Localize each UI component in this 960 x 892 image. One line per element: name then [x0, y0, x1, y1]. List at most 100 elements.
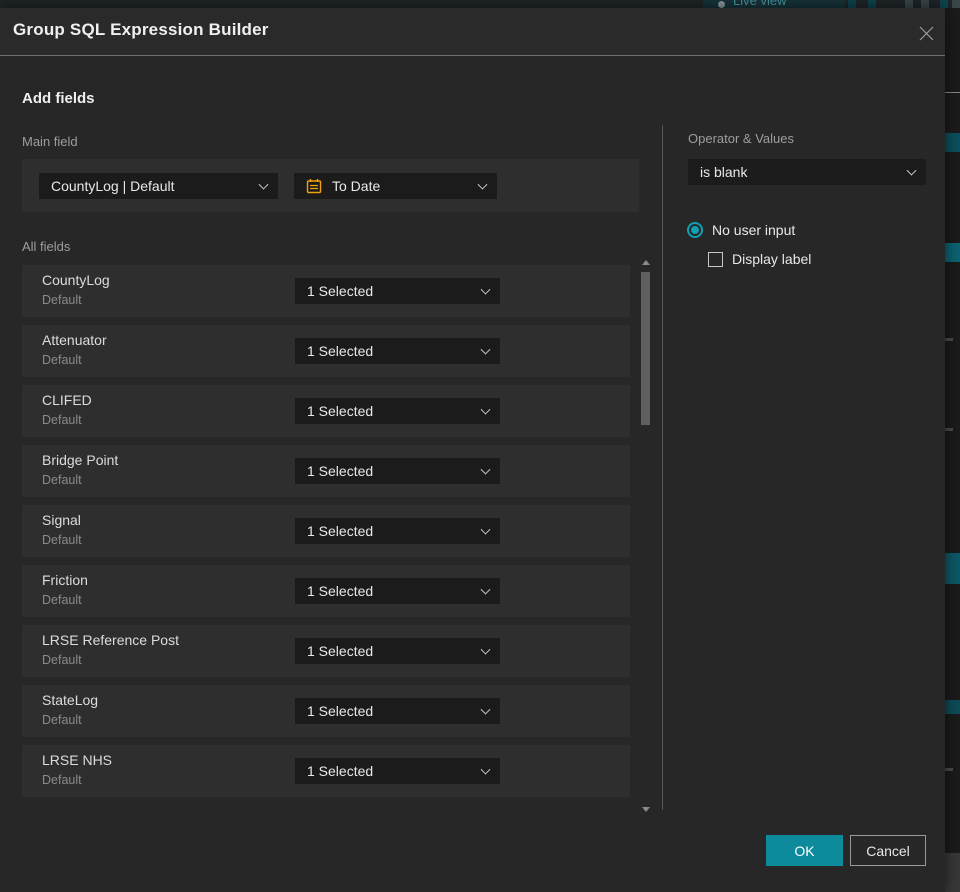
display-label-text: Display label [732, 251, 812, 267]
main-field-select-value: CountyLog | Default [51, 178, 175, 194]
field-name: LRSE Reference Post [42, 632, 179, 648]
background-fragment [945, 338, 953, 341]
all-fields-list: CountyLog Default 1 Selected Attenuator … [22, 265, 630, 805]
background-fragment [945, 853, 960, 892]
radio-button-icon[interactable] [687, 222, 703, 238]
field-row: Friction Default 1 Selected [22, 565, 630, 617]
field-row: CLIFED Default 1 Selected [22, 385, 630, 437]
background-app-right-strip [945, 8, 960, 892]
background-bar-icon [921, 0, 929, 8]
operator-select[interactable]: is blank [688, 159, 926, 185]
field-selection-value: 1 Selected [307, 583, 374, 599]
background-bar-icon [905, 0, 913, 8]
close-button[interactable] [915, 22, 937, 44]
background-bar-icon [940, 0, 948, 8]
add-fields-heading: Add fields [22, 90, 95, 107]
chevron-down-icon [477, 179, 488, 190]
cancel-button[interactable]: Cancel [850, 835, 926, 866]
field-name: CLIFED [42, 392, 92, 408]
field-selection-value: 1 Selected [307, 763, 374, 779]
chevron-down-icon [480, 524, 491, 535]
no-user-input-radio-row[interactable]: No user input [687, 222, 795, 238]
field-selection-select[interactable]: 1 Selected [295, 638, 500, 664]
main-field-type-value: To Date [332, 178, 381, 194]
chevron-down-icon [480, 584, 491, 595]
background-fragment [945, 92, 960, 93]
field-subtitle: Default [42, 533, 82, 547]
chevron-down-icon [480, 464, 491, 475]
field-name: LRSE NHS [42, 752, 113, 768]
field-subtitle: Default [42, 713, 82, 727]
field-selection-value: 1 Selected [307, 283, 374, 299]
list-scrollbar[interactable] [641, 258, 651, 814]
field-name: Bridge Point [42, 452, 119, 468]
field-subtitle: Default [42, 473, 82, 487]
field-subtitle: Default [42, 593, 82, 607]
ok-button[interactable]: OK [766, 835, 843, 866]
chevron-down-icon [480, 704, 491, 715]
main-field-select[interactable]: CountyLog | Default [39, 173, 278, 199]
dialog-title: Group SQL Expression Builder [13, 20, 269, 39]
field-row: Bridge Point Default 1 Selected [22, 445, 630, 497]
background-fragment [945, 428, 953, 431]
field-row: Signal Default 1 Selected [22, 505, 630, 557]
chevron-down-icon [258, 179, 269, 190]
field-name: StateLog [42, 692, 99, 708]
screen: Live view Group SQL Expression Builder A [0, 0, 960, 892]
field-selection-value: 1 Selected [307, 463, 374, 479]
field-name: Attenuator [42, 332, 107, 348]
field-subtitle: Default [42, 293, 82, 307]
field-name: CountyLog [42, 272, 110, 288]
field-row: LRSE Reference Post Default 1 Selected [22, 625, 630, 677]
main-field-label: Main field [22, 134, 78, 149]
background-fragment [945, 243, 960, 262]
background-fragment [945, 133, 960, 152]
chevron-down-icon [906, 165, 917, 176]
scrollbar-up-arrow-icon[interactable] [642, 260, 650, 265]
chevron-down-icon [480, 644, 491, 655]
close-icon [919, 26, 933, 40]
chevron-down-icon [480, 284, 491, 295]
checkbox-icon[interactable] [708, 251, 723, 267]
background-fragment [945, 700, 960, 714]
field-name: Signal [42, 512, 81, 528]
field-selection-select[interactable]: 1 Selected [295, 758, 500, 784]
main-field-type-select[interactable]: To Date [294, 173, 497, 199]
field-name: Friction [42, 572, 88, 588]
field-selection-select[interactable]: 1 Selected [295, 338, 500, 364]
live-view-label: Live view [733, 0, 787, 8]
chevron-down-icon [480, 764, 491, 775]
no-user-input-label: No user input [712, 222, 796, 238]
group-sql-expression-builder-dialog: Group SQL Expression Builder Add fields … [0, 8, 945, 892]
display-label-checkbox-row[interactable]: Display label [708, 251, 811, 267]
background-app-top-strip: Live view [0, 0, 960, 8]
field-selection-value: 1 Selected [307, 703, 374, 719]
calendar-icon [306, 179, 322, 194]
field-subtitle: Default [42, 413, 82, 427]
field-selection-select[interactable]: 1 Selected [295, 458, 500, 484]
field-selection-select[interactable]: 1 Selected [295, 698, 500, 724]
field-subtitle: Default [42, 773, 82, 787]
section-divider [662, 125, 663, 810]
field-selection-select[interactable]: 1 Selected [295, 518, 500, 544]
field-selection-select[interactable]: 1 Selected [295, 278, 500, 304]
background-bar-icon [848, 0, 856, 8]
field-selection-select[interactable]: 1 Selected [295, 398, 500, 424]
operator-values-label: Operator & Values [688, 131, 794, 146]
field-subtitle: Default [42, 353, 82, 367]
field-selection-select[interactable]: 1 Selected [295, 578, 500, 604]
live-view-dot-icon [718, 1, 725, 8]
main-field-panel: CountyLog | Default To Date [22, 159, 639, 212]
chevron-down-icon [480, 404, 491, 415]
all-fields-label: All fields [22, 239, 71, 254]
field-selection-value: 1 Selected [307, 643, 374, 659]
field-selection-value: 1 Selected [307, 343, 374, 359]
operator-select-value: is blank [700, 164, 748, 180]
field-selection-value: 1 Selected [307, 403, 374, 419]
scrollbar-down-arrow-icon[interactable] [642, 807, 650, 812]
background-bar-icon [952, 0, 960, 8]
background-fragment [945, 553, 960, 584]
field-row: LRSE NHS Default 1 Selected [22, 745, 630, 797]
field-row: CountyLog Default 1 Selected [22, 265, 630, 317]
scrollbar-thumb[interactable] [641, 272, 650, 425]
